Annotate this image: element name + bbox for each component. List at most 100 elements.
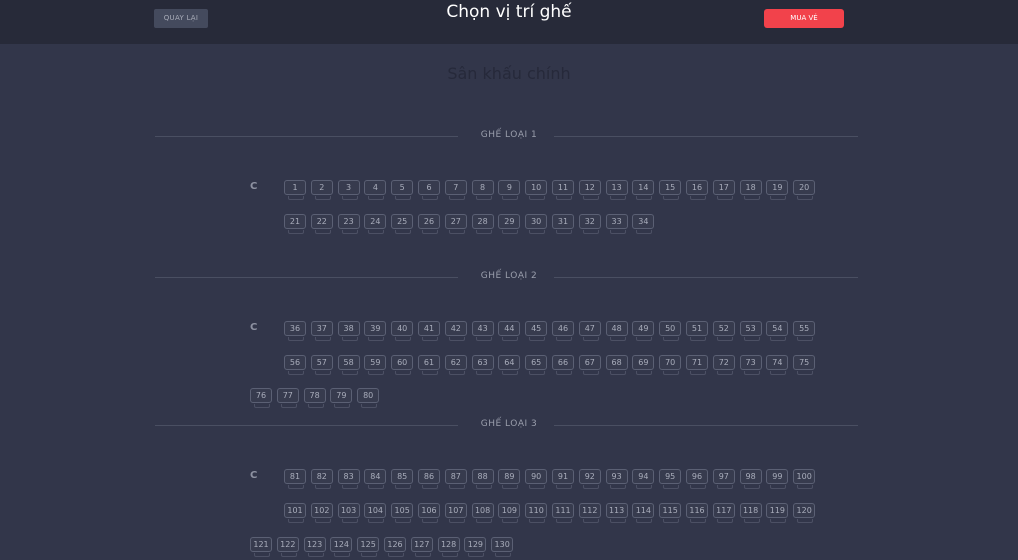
seat[interactable]: 108 [471, 503, 494, 523]
seat[interactable]: 17 [712, 180, 735, 200]
seat[interactable]: 3 [337, 180, 360, 200]
seat[interactable]: 2 [310, 180, 333, 200]
seat[interactable]: 115 [659, 503, 682, 523]
seat[interactable]: 110 [525, 503, 548, 523]
seat[interactable]: 27 [444, 214, 467, 234]
seat[interactable]: 101 [284, 503, 306, 523]
seat[interactable]: 106 [418, 503, 440, 523]
seat[interactable]: 10 [525, 180, 548, 200]
seat[interactable]: 79 [330, 388, 353, 408]
seat[interactable]: 25 [391, 214, 414, 234]
seat[interactable]: 41 [418, 321, 440, 341]
seat[interactable]: 30 [525, 214, 548, 234]
seat[interactable]: 76 [250, 388, 272, 408]
seat[interactable]: 5 [391, 180, 414, 200]
seat[interactable]: 70 [659, 355, 682, 375]
seat[interactable]: 47 [578, 321, 601, 341]
seat[interactable]: 105 [391, 503, 414, 523]
seat[interactable]: 78 [303, 388, 326, 408]
seat[interactable]: 57 [310, 355, 333, 375]
seat[interactable]: 42 [444, 321, 467, 341]
seat[interactable]: 92 [578, 469, 601, 489]
seat[interactable]: 54 [766, 321, 789, 341]
seat[interactable]: 73 [739, 355, 762, 375]
buy-ticket-button[interactable]: MUA VÉ [764, 9, 844, 28]
seat[interactable]: 39 [364, 321, 387, 341]
seat[interactable]: 102 [310, 503, 333, 523]
seat[interactable]: 46 [552, 321, 574, 341]
seat[interactable]: 55 [793, 321, 816, 341]
seat[interactable]: 83 [337, 469, 360, 489]
seat[interactable]: 90 [525, 469, 548, 489]
seat[interactable]: 125 [357, 537, 380, 557]
seat[interactable]: 98 [739, 469, 762, 489]
seat[interactable]: 91 [552, 469, 574, 489]
seat[interactable]: 29 [498, 214, 521, 234]
seat[interactable]: 97 [712, 469, 735, 489]
seat[interactable]: 130 [491, 537, 514, 557]
seat[interactable]: 63 [471, 355, 494, 375]
seat[interactable]: 21 [284, 214, 306, 234]
seat[interactable]: 58 [337, 355, 360, 375]
seat[interactable]: 64 [498, 355, 521, 375]
seat[interactable]: 127 [410, 537, 433, 557]
seat[interactable]: 52 [712, 321, 735, 341]
seat[interactable]: 40 [391, 321, 414, 341]
seat[interactable]: 68 [605, 355, 628, 375]
seat[interactable]: 24 [364, 214, 387, 234]
seat[interactable]: 4 [364, 180, 387, 200]
seat[interactable]: 22 [310, 214, 333, 234]
seat[interactable]: 49 [632, 321, 655, 341]
seat[interactable]: 87 [444, 469, 467, 489]
seat[interactable]: 84 [364, 469, 387, 489]
seat[interactable]: 61 [418, 355, 440, 375]
seat[interactable]: 71 [686, 355, 708, 375]
seat[interactable]: 6 [418, 180, 440, 200]
seat[interactable]: 74 [766, 355, 789, 375]
seat[interactable]: 123 [303, 537, 326, 557]
seat[interactable]: 1 [284, 180, 306, 200]
seat[interactable]: 122 [276, 537, 299, 557]
seat[interactable]: 75 [793, 355, 816, 375]
seat[interactable]: 129 [464, 537, 487, 557]
seat[interactable]: 43 [471, 321, 494, 341]
seat[interactable]: 48 [605, 321, 628, 341]
seat[interactable]: 66 [552, 355, 574, 375]
seat[interactable]: 36 [284, 321, 306, 341]
seat[interactable]: 9 [498, 180, 521, 200]
seat[interactable]: 26 [418, 214, 440, 234]
seat[interactable]: 45 [525, 321, 548, 341]
seat[interactable]: 72 [712, 355, 735, 375]
seat[interactable]: 19 [766, 180, 789, 200]
seat[interactable]: 14 [632, 180, 655, 200]
seat[interactable]: 15 [659, 180, 682, 200]
seat[interactable]: 89 [498, 469, 521, 489]
seat[interactable]: 93 [605, 469, 628, 489]
seat[interactable]: 120 [793, 503, 816, 523]
seat[interactable]: 94 [632, 469, 655, 489]
seat[interactable]: 121 [250, 537, 272, 557]
seat[interactable]: 60 [391, 355, 414, 375]
seat[interactable]: 88 [471, 469, 494, 489]
seat[interactable]: 118 [739, 503, 762, 523]
seat[interactable]: 12 [578, 180, 601, 200]
seat[interactable]: 33 [605, 214, 628, 234]
seat[interactable]: 50 [659, 321, 682, 341]
seat[interactable]: 114 [632, 503, 655, 523]
seat[interactable]: 85 [391, 469, 414, 489]
seat[interactable]: 103 [337, 503, 360, 523]
seat[interactable]: 119 [766, 503, 789, 523]
seat[interactable]: 18 [739, 180, 762, 200]
seat[interactable]: 51 [686, 321, 708, 341]
seat[interactable]: 13 [605, 180, 628, 200]
seat[interactable]: 100 [793, 469, 816, 489]
seat[interactable]: 95 [659, 469, 682, 489]
seat[interactable]: 8 [471, 180, 494, 200]
seat[interactable]: 20 [793, 180, 816, 200]
seat[interactable]: 112 [578, 503, 601, 523]
seat[interactable]: 104 [364, 503, 387, 523]
seat[interactable]: 99 [766, 469, 789, 489]
seat[interactable]: 31 [552, 214, 574, 234]
seat[interactable]: 56 [284, 355, 306, 375]
seat[interactable]: 38 [337, 321, 360, 341]
